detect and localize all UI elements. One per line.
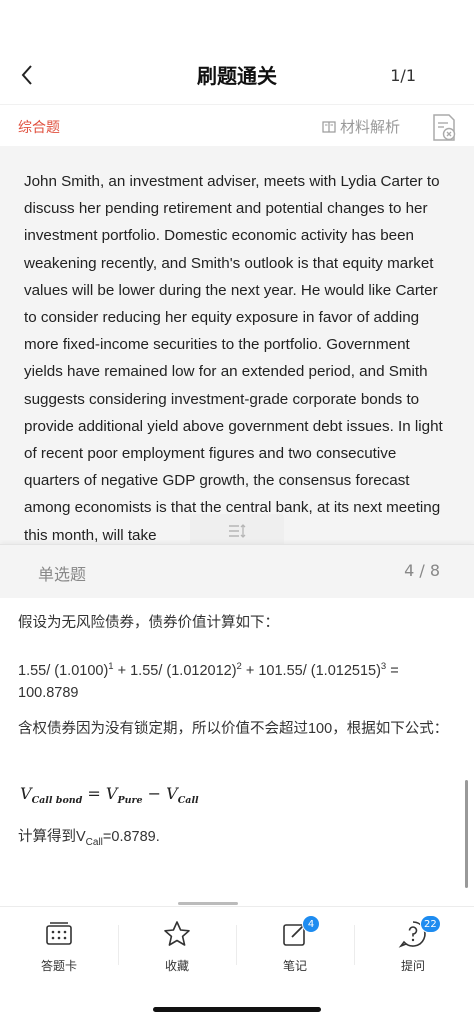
tab-favorite[interactable]: 收藏 <box>118 907 236 993</box>
question-type: 单选题 <box>38 565 87 584</box>
result-line: 计算得到VCall=0.8789. <box>18 829 160 848</box>
question-progress: 4 / 8 <box>404 561 440 580</box>
material-analysis-button[interactable]: 材料解析 <box>322 116 400 137</box>
tab-label: 笔记 <box>282 959 307 973</box>
tab-notes[interactable]: 4 笔记 <box>236 907 354 993</box>
material-analysis-label: 材料解析 <box>339 118 400 136</box>
scrollbar[interactable] <box>465 780 468 888</box>
navigation-bar: 刷题通关 1/1 <box>0 0 474 104</box>
tab-label: 答题卡 <box>40 959 77 973</box>
page-counter: 1/1 <box>390 66 416 85</box>
tab-ask-question[interactable]: 22 提问 <box>354 907 472 993</box>
questions-badge: 22 <box>420 915 441 933</box>
drag-lines-icon <box>229 524 246 538</box>
tab-label: 收藏 <box>164 959 189 973</box>
explanation-line-1: 假设为无风险债券，债券价值计算如下： <box>18 615 279 631</box>
bond-value-calculation: 1.55/ (1.0100)1 + 1.55/ (1.012012)2 + 10… <box>18 661 399 701</box>
explanation-line-3: 含权债券因为没有锁定期，所以价值不会超过100，根据如下公式： <box>18 721 449 737</box>
book-icon <box>322 120 336 133</box>
home-indicator[interactable] <box>153 1007 321 1012</box>
answer-card-icon <box>46 922 72 945</box>
question-type-label: 综合题 <box>18 120 60 136</box>
material-passage-text: John Smith, an investment adviser, meets… <box>24 173 443 544</box>
document-close-icon[interactable] <box>430 113 458 143</box>
material-passage-panel[interactable]: John Smith, an investment adviser, meets… <box>0 146 474 544</box>
notes-badge: 4 <box>302 915 320 933</box>
question-bar: 单选题 4 / 8 <box>0 544 474 598</box>
tab-label: 提问 <box>400 959 425 973</box>
bottom-toolbar: 答题卡 收藏 4 笔记 22 提问 <box>0 902 474 993</box>
resize-handle[interactable] <box>190 514 284 544</box>
call-bond-formula: VCall bond = VPure − VCall <box>20 784 199 807</box>
explanation-panel[interactable]: 假设为无风险债券，债券价值计算如下： 1.55/ (1.0100)1 + 1.5… <box>0 598 474 906</box>
tab-answer-card[interactable]: 答题卡 <box>0 907 118 993</box>
question-header: 综合题 材料解析 <box>0 104 474 146</box>
star-icon <box>164 921 190 946</box>
panel-grip[interactable] <box>178 902 238 905</box>
